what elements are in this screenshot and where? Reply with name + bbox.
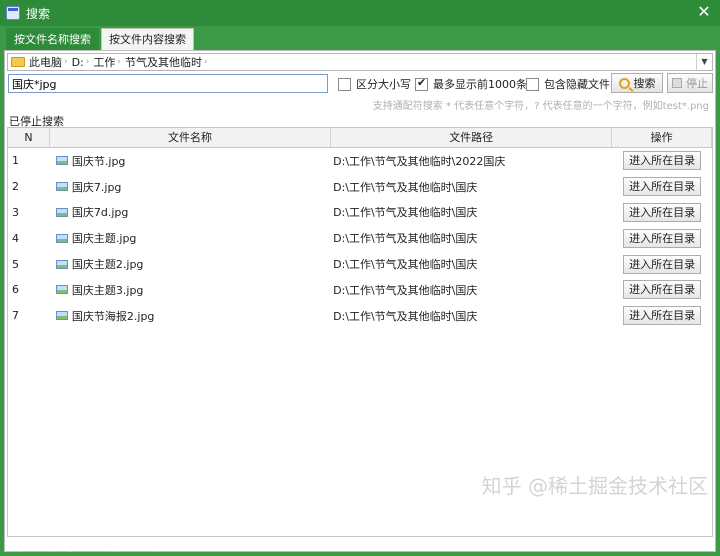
column-header-n[interactable]: N <box>8 128 50 147</box>
image-file-icon <box>55 285 68 295</box>
open-folder-button[interactable]: 进入所在目录 <box>623 177 702 197</box>
search-icon <box>618 77 630 89</box>
open-folder-button[interactable]: 进入所在目录 <box>623 202 702 222</box>
open-folder-button[interactable]: 进入所在目录 <box>623 280 702 300</box>
row-index: 4 <box>12 231 19 245</box>
stop-button[interactable]: 停止 <box>667 73 713 93</box>
watermark: 知乎 @稀土掘金技术社区 <box>481 474 708 498</box>
table-row[interactable]: 1 国庆节.jpg D:\工作\节气及其他临时\2022国庆 进入所在目录 <box>8 148 712 174</box>
table-row[interactable]: 5 国庆主题2.jpg D:\工作\节气及其他临时\国庆 进入所在目录 <box>8 251 712 277</box>
chevron-right-icon: › <box>85 57 90 67</box>
row-action: 进入所在目录 <box>612 280 712 300</box>
column-header-path[interactable]: 文件路径 <box>331 128 613 147</box>
row-file-name: 国庆主题3.jpg <box>50 282 331 298</box>
row-file-name: 国庆主题.jpg <box>50 230 331 246</box>
window-title: 搜索 <box>26 6 51 21</box>
row-file-path: D:\工作\节气及其他临时\国庆 <box>333 309 478 323</box>
crumb-this-pc[interactable]: 此电脑 <box>29 54 62 70</box>
row-action: 进入所在目录 <box>612 228 712 248</box>
max-results-checkbox[interactable] <box>415 76 428 91</box>
crumb-drive-d[interactable]: D: <box>72 56 84 69</box>
row-index: 6 <box>12 283 19 297</box>
tab-search-by-name[interactable]: 按文件名称搜索 <box>6 28 99 50</box>
row-index: 3 <box>12 205 19 219</box>
hidden-files-label: 包含隐藏文件 <box>544 78 610 91</box>
row-file-path: D:\工作\节气及其他临时\国庆 <box>333 283 478 297</box>
file-name: 国庆主题3.jpg <box>71 283 144 297</box>
table-row[interactable]: 3 国庆7d.jpg D:\工作\节气及其他临时\国庆 进入所在目录 <box>8 200 712 226</box>
row-action: 进入所在目录 <box>612 177 712 197</box>
row-index: 7 <box>12 309 19 323</box>
table-row[interactable]: 7 国庆节海报2.jpg D:\工作\节气及其他临时\国庆 进入所在目录 <box>8 303 712 329</box>
open-folder-button[interactable]: 进入所在目录 <box>623 306 702 326</box>
table-row[interactable]: 6 国庆主题3.jpg D:\工作\节气及其他临时\国庆 进入所在目录 <box>8 277 712 303</box>
search-window: 搜索 ✕ 按文件名称搜索 按文件内容搜索 此电脑 › D: › 工作 › 节气及… <box>0 0 720 556</box>
table-header: N 文件名称 文件路径 操作 <box>8 128 712 148</box>
image-file-icon <box>55 311 68 321</box>
stop-button-label: 停止 <box>686 77 708 90</box>
image-file-icon <box>55 207 68 217</box>
row-index: 2 <box>12 180 19 194</box>
table-row[interactable]: 4 国庆主题.jpg D:\工作\节气及其他临时\国庆 进入所在目录 <box>8 225 712 251</box>
case-sensitive-checkbox[interactable] <box>338 77 351 91</box>
column-header-op: 操作 <box>612 128 712 147</box>
table-row[interactable]: 2 国庆7.jpg D:\工作\节气及其他临时\国庆 进入所在目录 <box>8 174 712 200</box>
title-bar: 搜索 ✕ <box>0 0 720 26</box>
row-file-name: 国庆主题2.jpg <box>50 256 331 272</box>
image-file-icon <box>55 182 68 192</box>
file-name: 国庆主题.jpg <box>71 232 137 246</box>
open-folder-button[interactable]: 进入所在目录 <box>623 151 702 171</box>
image-file-icon <box>55 156 68 166</box>
open-folder-button[interactable]: 进入所在目录 <box>623 254 702 274</box>
row-action: 进入所在目录 <box>612 151 712 171</box>
image-file-icon <box>55 259 68 269</box>
file-name: 国庆节.jpg <box>71 154 126 168</box>
row-file-name: 国庆7d.jpg <box>50 204 331 220</box>
search-button-label: 搜索 <box>633 77 656 90</box>
search-button[interactable]: 搜索 <box>611 73 663 93</box>
search-input[interactable] <box>8 74 328 93</box>
row-file-path: D:\工作\节气及其他临时\国庆 <box>333 180 478 194</box>
chevron-down-icon[interactable]: ▼ <box>696 54 712 70</box>
max-results-option[interactable]: 最多显示前1000条 <box>415 76 527 92</box>
folder-icon <box>11 57 25 67</box>
crumb-work[interactable]: 工作 <box>93 54 115 70</box>
stop-icon <box>672 78 682 88</box>
chevron-right-icon: › <box>204 57 208 67</box>
case-sensitive-label: 区分大小写 <box>356 78 411 91</box>
row-file-path: D:\工作\节气及其他临时\国庆 <box>333 232 478 246</box>
chevron-right-icon: › <box>64 57 68 67</box>
close-icon[interactable]: ✕ <box>694 2 714 22</box>
file-name: 国庆7d.jpg <box>71 206 129 220</box>
image-file-icon <box>55 233 68 243</box>
row-file-path: D:\工作\节气及其他临时\国庆 <box>333 258 478 272</box>
row-index: 1 <box>12 154 19 168</box>
file-name: 国庆7.jpg <box>71 180 122 194</box>
row-file-path: D:\工作\节气及其他临时\2022国庆 <box>333 154 506 168</box>
search-mode-tabs: 按文件名称搜索 按文件内容搜索 <box>6 28 196 50</box>
row-file-path: D:\工作\节气及其他临时\国庆 <box>333 206 478 220</box>
hidden-files-checkbox[interactable] <box>526 77 539 91</box>
tab-search-by-content[interactable]: 按文件内容搜索 <box>101 28 194 50</box>
row-file-name: 国庆7.jpg <box>50 179 331 195</box>
file-name: 国庆主题2.jpg <box>71 258 144 272</box>
case-sensitive-option[interactable]: 区分大小写 <box>338 76 411 92</box>
open-folder-button[interactable]: 进入所在目录 <box>623 228 702 248</box>
row-action: 进入所在目录 <box>612 202 712 222</box>
crumb-solar-terms[interactable]: 节气及其他临时 <box>125 54 202 70</box>
chevron-right-icon: › <box>117 57 122 67</box>
window-app-icon <box>6 6 20 20</box>
path-breadcrumb[interactable]: 此电脑 › D: › 工作 › 节气及其他临时 › ▼ <box>7 53 713 71</box>
row-action: 进入所在目录 <box>612 306 712 326</box>
row-action: 进入所在目录 <box>612 254 712 274</box>
row-file-name: 国庆节海报2.jpg <box>50 308 331 324</box>
status-bar: 搜索到7条记录,0个目录,7个文件 <box>4 540 164 553</box>
row-index: 5 <box>12 257 19 271</box>
row-file-name: 国庆节.jpg <box>50 153 331 169</box>
hidden-files-option[interactable]: 包含隐藏文件 <box>526 76 610 92</box>
max-results-label: 最多显示前1000条 <box>433 78 527 91</box>
file-name: 国庆节海报2.jpg <box>71 309 155 323</box>
column-header-name[interactable]: 文件名称 <box>50 128 332 147</box>
wildcard-hint: 支持通配符搜索 * 代表任意个字符，? 代表任意的一个字符，例如test*.pn… <box>372 101 709 112</box>
